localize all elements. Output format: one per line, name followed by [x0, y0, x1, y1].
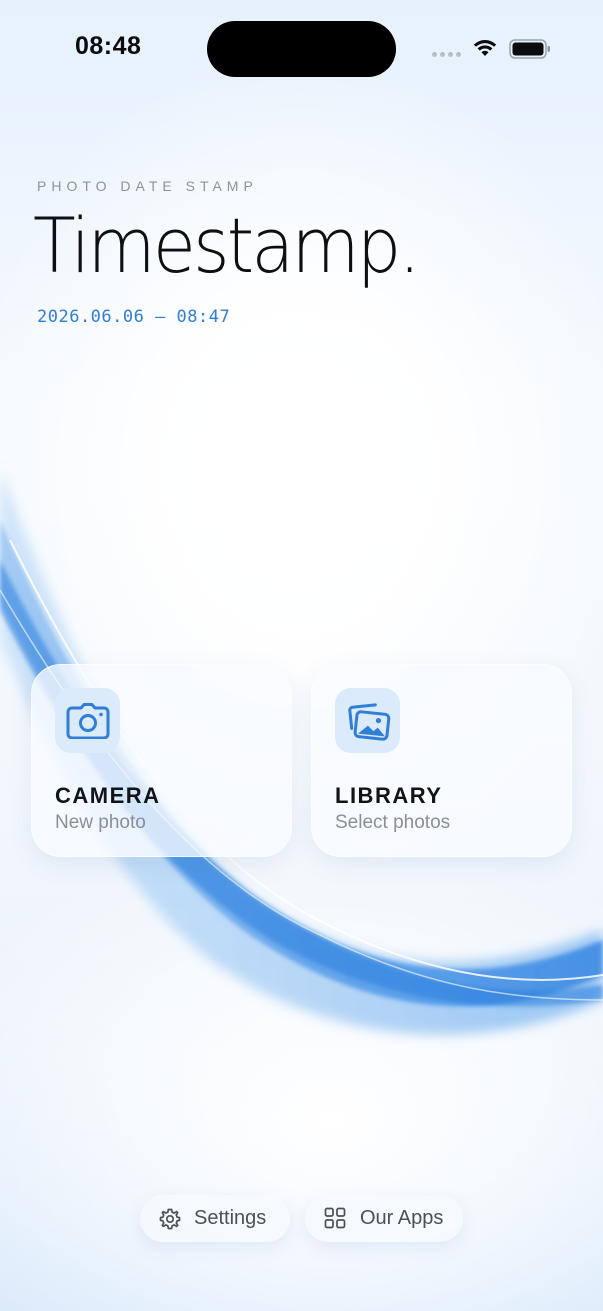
camera-button[interactable]: CAMERA New photo	[31, 664, 292, 857]
dynamic-island	[207, 21, 396, 77]
home-screen: 08:48 PHOTO DATE STAMP Timestamp. 2026.0…	[0, 0, 603, 1311]
cellular-signal-icon	[432, 52, 462, 58]
page-title: Timestamp.	[33, 201, 421, 290]
gear-icon	[158, 1207, 182, 1231]
settings-button[interactable]: Settings	[140, 1195, 290, 1242]
settings-label: Settings	[194, 1207, 267, 1229]
grid-icon	[324, 1207, 348, 1231]
battery-icon	[509, 39, 550, 59]
camera-icon	[55, 688, 120, 753]
our-apps-button[interactable]: Our Apps	[305, 1195, 463, 1242]
library-title: LIBRARY	[335, 783, 443, 808]
camera-title: CAMERA	[55, 783, 161, 808]
our-apps-label: Our Apps	[360, 1207, 444, 1229]
library-button[interactable]: LIBRARY Select photos	[311, 664, 572, 857]
background-wave	[0, 470, 603, 1035]
camera-subtitle: New photo	[55, 812, 146, 833]
app-eyebrow: PHOTO DATE STAMP	[37, 178, 258, 194]
status-time: 08:48	[75, 32, 142, 60]
library-subtitle: Select photos	[335, 812, 451, 833]
wifi-icon	[473, 40, 497, 56]
photo-library-icon	[335, 688, 400, 753]
current-datestamp: 2026.06.06 — 08:47	[37, 307, 231, 327]
